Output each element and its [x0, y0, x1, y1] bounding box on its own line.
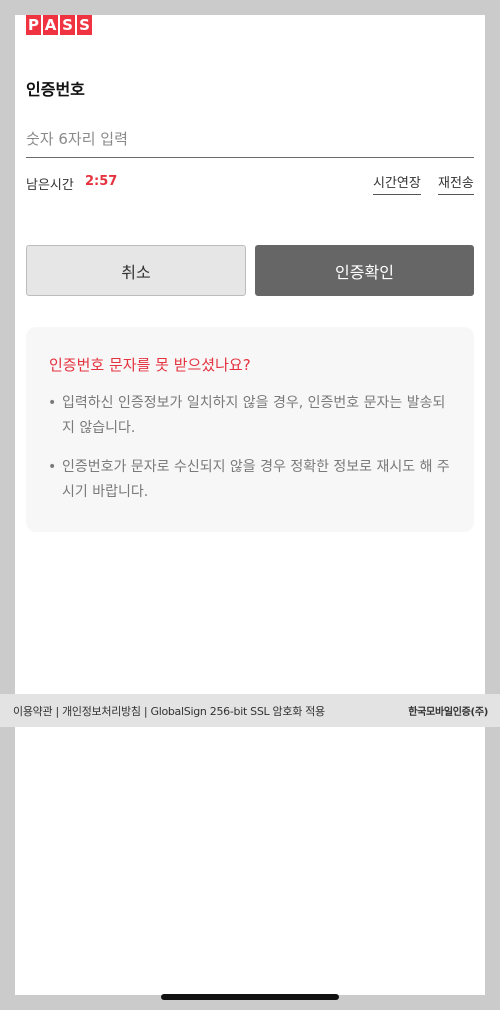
terms-link[interactable]: 이용약관: [13, 705, 53, 718]
footer-links: 이용약관 | 개인정보처리방침 | GlobalSign 256-bit SSL…: [13, 703, 325, 719]
auth-code-title: 인증번호: [26, 80, 85, 99]
logo-letter: S: [60, 15, 75, 35]
footer-separator: |: [52, 704, 63, 718]
cancel-button[interactable]: 취소: [26, 245, 246, 296]
home-indicator: [161, 994, 339, 1000]
help-item: 입력하신 인증정보가 일치하지 않을 경우, 인증번호 문자는 발송되지 않습니…: [48, 391, 458, 441]
footer: 이용약관 | 개인정보처리방침 | GlobalSign 256-bit SSL…: [0, 694, 500, 727]
help-box: 인증번호 문자를 못 받으셨나요? 입력하신 인증정보가 일치하지 않을 경우,…: [26, 327, 474, 532]
confirm-button[interactable]: 인증확인: [255, 245, 474, 296]
remaining-time-label: 남은시간: [26, 178, 74, 193]
privacy-link[interactable]: 개인정보처리방침: [62, 705, 141, 718]
ssl-notice: GlobalSign 256-bit SSL 암호화 적용: [150, 704, 325, 718]
help-item: 인증번호가 문자로 수신되지 않을 경우 정확한 정보로 재시도 해 주시기 바…: [48, 455, 458, 505]
remaining-time-value: 2:57: [85, 174, 118, 189]
extend-time-button[interactable]: 시간연장: [373, 172, 421, 195]
footer-separator: |: [140, 704, 151, 718]
logo-letter: A: [43, 15, 58, 35]
logo-letter: P: [26, 15, 41, 35]
help-list: 입력하신 인증정보가 일치하지 않을 경우, 인증번호 문자는 발송되지 않습니…: [48, 391, 458, 519]
pass-logo: P A S S: [26, 15, 92, 35]
help-title: 인증번호 문자를 못 받으셨나요?: [49, 356, 251, 374]
auth-code-input[interactable]: [26, 120, 474, 158]
logo-letter: S: [77, 15, 92, 35]
company-name: 한국모바일인증(주): [408, 707, 488, 718]
resend-button[interactable]: 재전송: [438, 172, 474, 195]
